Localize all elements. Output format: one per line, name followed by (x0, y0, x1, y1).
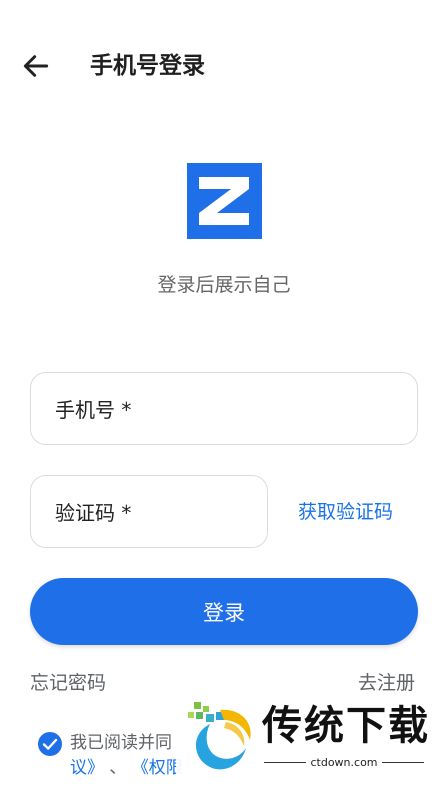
watermark-text: 传统下载 (262, 703, 430, 749)
app-header: 手机号登录 (0, 40, 448, 92)
page-title: 手机号登录 (90, 53, 205, 79)
watermark-logo-icon (188, 702, 251, 770)
login-button[interactable]: 登录 (30, 578, 418, 645)
watermark-overlay: 传统下载 ctdown.com (176, 698, 438, 778)
tagline: 登录后展示自己 (157, 274, 291, 296)
forgot-password-link[interactable]: 忘记密码 (30, 668, 106, 695)
app-logo (187, 163, 262, 239)
agreement-links: 议》 、 《权限 (70, 753, 183, 778)
agreement-separator: 、 (109, 758, 127, 778)
agreement-checkbox-icon[interactable] (37, 731, 63, 757)
code-input-placeholder: 验证码 * (55, 501, 132, 525)
phone-input[interactable]: 手机号 * (30, 372, 418, 445)
register-link[interactable]: 去注册 (358, 668, 418, 695)
back-arrow-icon[interactable] (20, 50, 52, 82)
verification-code-input[interactable]: 验证码 * (30, 475, 268, 548)
get-code-button[interactable]: 获取验证码 (298, 497, 393, 524)
phone-input-placeholder: 手机号 * (55, 398, 132, 422)
agreement-text: 我已阅读并同 (70, 733, 172, 753)
user-agreement-link[interactable]: 议》 (70, 758, 104, 778)
watermark-url: ctdown.com (264, 756, 424, 769)
